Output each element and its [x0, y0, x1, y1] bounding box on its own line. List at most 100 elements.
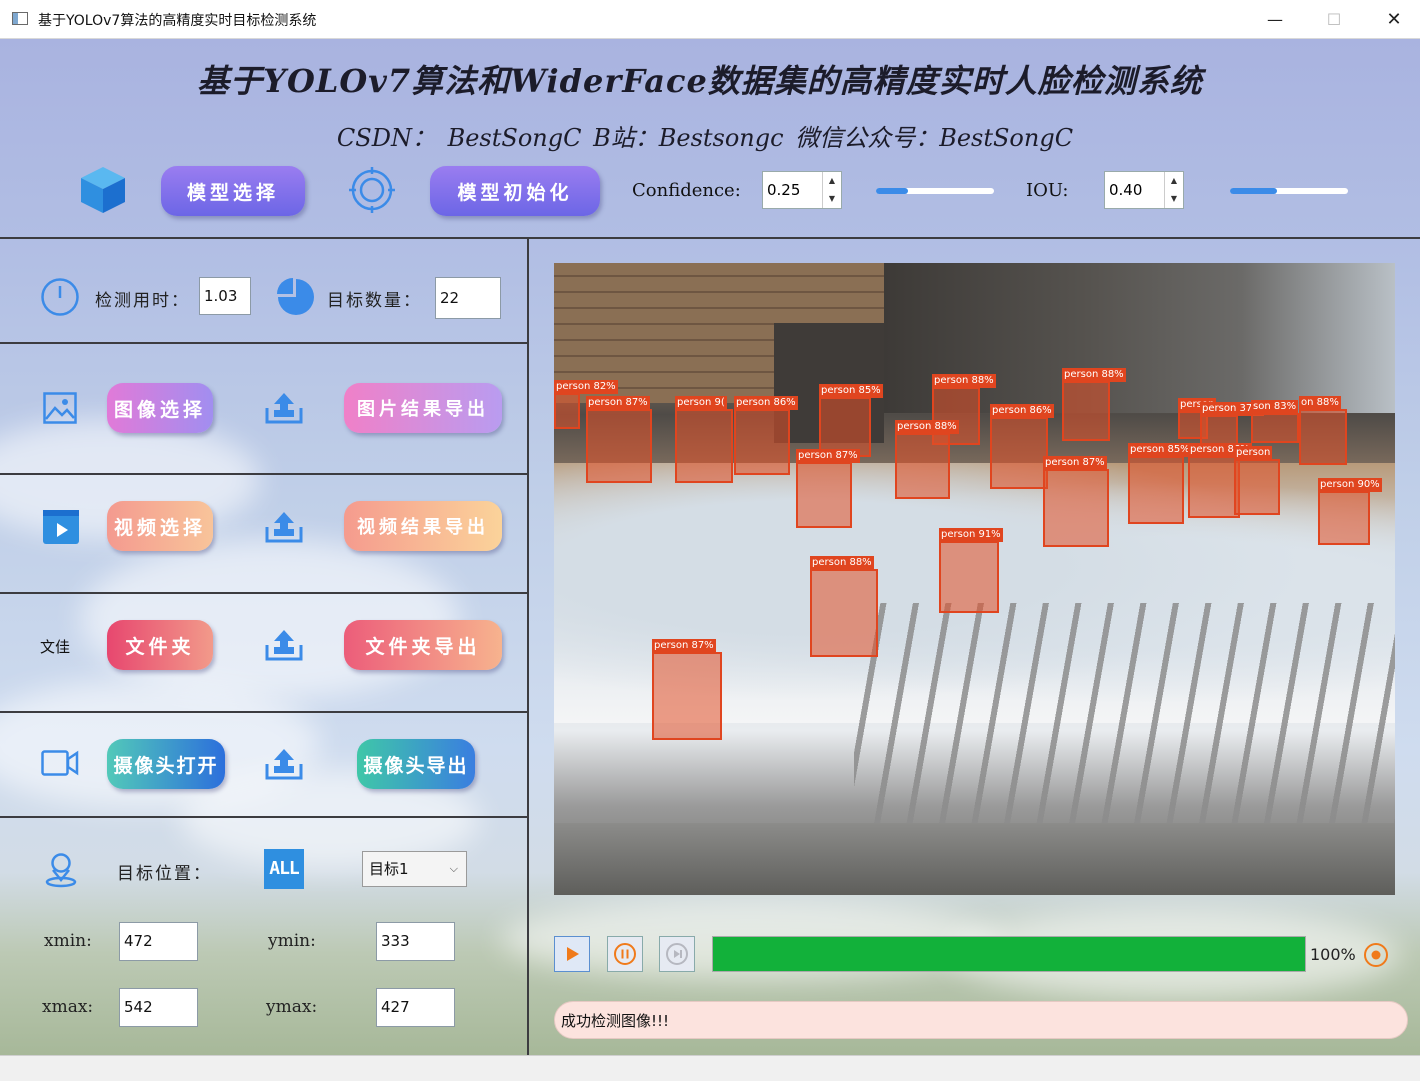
- detection-box: person 88%: [810, 556, 878, 657]
- progress-fill: [713, 937, 1305, 971]
- window-titlebar: 基于YOLOv7算法的高精度实时目标检测系统 — ☐ ✕: [0, 0, 1420, 39]
- app-icon: [12, 12, 28, 25]
- up-arrow-icon[interactable]: ▲: [823, 172, 841, 190]
- upload-icon[interactable]: [265, 392, 303, 428]
- confidence-slider-fill: [876, 188, 908, 194]
- upload-icon[interactable]: [265, 629, 303, 665]
- upload-icon[interactable]: [265, 748, 303, 784]
- detection-box: person 90%: [1318, 478, 1382, 545]
- close-button[interactable]: ✕: [1371, 4, 1417, 34]
- cube-icon: [78, 165, 128, 219]
- divider: [0, 342, 528, 344]
- detection-box: person 87%: [586, 396, 652, 483]
- detection-box: person 9(: [675, 396, 733, 483]
- pause-button[interactable]: [607, 936, 643, 972]
- model-select-button[interactable]: 模型选择: [161, 166, 305, 216]
- divider: [0, 711, 528, 713]
- maximize-button[interactable]: ☐: [1311, 4, 1357, 34]
- camera-export-button[interactable]: 摄像头导出: [357, 739, 475, 789]
- xmin-field[interactable]: 472: [119, 922, 198, 961]
- clock-icon: [40, 277, 80, 321]
- video-file-icon: [43, 510, 79, 548]
- confidence-spinbox[interactable]: 0.25 ▲ ▼: [762, 171, 842, 209]
- progress-percent: 100%: [1310, 945, 1356, 964]
- detect-time-field[interactable]: 1.03: [199, 277, 251, 315]
- pavement: [554, 823, 1395, 895]
- divider: [0, 473, 528, 475]
- detection-label: person 90%: [1318, 478, 1382, 492]
- divider: [0, 816, 528, 818]
- detection-label: person: [1234, 446, 1273, 460]
- folder-tag-label: 文佳: [40, 638, 71, 656]
- detection-label: person 82%: [554, 380, 618, 394]
- folder-export-button[interactable]: 文件夹导出: [344, 620, 502, 670]
- confidence-value: 0.25: [767, 181, 801, 199]
- iou-label: IOU:: [1026, 180, 1069, 201]
- detection-label: on 88%: [1299, 396, 1341, 410]
- detection-label: person 86%: [734, 396, 798, 410]
- up-arrow-icon[interactable]: ▲: [1165, 172, 1183, 190]
- ymin-field[interactable]: 333: [376, 922, 455, 961]
- target-count-field[interactable]: 22: [435, 277, 501, 319]
- ymax-field[interactable]: 427: [376, 988, 455, 1027]
- detection-label: person 86%: [990, 404, 1054, 418]
- confidence-label: Confidence:: [632, 180, 741, 201]
- camera-icon: [41, 750, 79, 780]
- target-select-value: 目标1: [369, 860, 409, 878]
- all-targets-badge[interactable]: ALL: [264, 849, 304, 889]
- video-select-button[interactable]: 视频选择: [107, 501, 213, 551]
- ymin-label: ymin:: [268, 931, 316, 951]
- divider: [527, 237, 529, 1055]
- detection-box: person 91%: [939, 528, 1003, 613]
- main-title: 基于YOLOv7算法和WiderFace数据集的高精度实时人脸检测系统: [197, 62, 1203, 100]
- detection-box: on 88%: [1299, 396, 1347, 465]
- detection-box: person 82%: [554, 380, 618, 429]
- detection-box: person 87%: [1043, 456, 1109, 547]
- detection-box: person: [1234, 446, 1280, 515]
- target-position-label: 目标位置：: [117, 864, 212, 884]
- confidence-stepper[interactable]: ▲ ▼: [822, 172, 841, 208]
- video-export-button[interactable]: 视频结果导出: [344, 501, 502, 551]
- divider: [0, 592, 528, 594]
- upload-icon[interactable]: [265, 511, 303, 547]
- iou-stepper[interactable]: ▲ ▼: [1164, 172, 1183, 208]
- iou-spinbox[interactable]: 0.40 ▲ ▼: [1104, 171, 1184, 209]
- progress-bar: [712, 936, 1306, 972]
- folder-select-button[interactable]: 文件夹: [107, 620, 213, 670]
- iou-slider-fill: [1230, 188, 1278, 194]
- detection-label: person 88%: [895, 420, 959, 434]
- metal-barricade: [854, 603, 1395, 843]
- detection-label: person 85%: [819, 384, 883, 398]
- target-settings-icon: [348, 166, 396, 218]
- author-subtitle: CSDN： BestSongC B站：Bestsongc 微信公众号：BestS…: [336, 124, 1074, 152]
- detect-time-label: 检测用时：: [95, 291, 190, 311]
- target-select-dropdown[interactable]: 目标1 ⌵: [362, 851, 467, 887]
- step-button[interactable]: [659, 936, 695, 972]
- image-select-button[interactable]: 图像选择: [107, 383, 213, 433]
- detection-label: person 85%: [1128, 443, 1192, 457]
- detection-label: person 91%: [939, 528, 1003, 542]
- camera-open-button[interactable]: 摄像头打开: [107, 739, 225, 789]
- image-export-button[interactable]: 图片结果导出: [344, 383, 502, 433]
- iou-value: 0.40: [1109, 181, 1143, 199]
- confidence-slider[interactable]: [876, 188, 994, 194]
- pause-icon: [614, 943, 636, 965]
- detection-label: person 88%: [932, 374, 996, 388]
- model-init-button[interactable]: 模型初始化: [430, 166, 600, 216]
- iou-slider[interactable]: [1230, 188, 1348, 194]
- target-count-label: 目标数量：: [327, 291, 422, 311]
- play-button[interactable]: [554, 936, 590, 972]
- step-icon: [666, 943, 688, 965]
- detection-label: person 88%: [1062, 368, 1126, 382]
- detection-box: person 88%: [1062, 368, 1126, 441]
- ymax-label: ymax:: [266, 997, 318, 1017]
- detection-box: person 86%: [990, 404, 1054, 489]
- minimize-button[interactable]: —: [1252, 4, 1298, 34]
- detection-result-image: person 82% person 87% person 9( person 8…: [554, 263, 1395, 895]
- detection-box: person 37%: [1200, 402, 1264, 445]
- down-arrow-icon[interactable]: ▼: [1165, 190, 1183, 208]
- down-arrow-icon[interactable]: ▼: [823, 190, 841, 208]
- stop-record-icon[interactable]: [1362, 941, 1390, 973]
- xmax-field[interactable]: 542: [119, 988, 198, 1027]
- detection-box: person 85%: [1128, 443, 1192, 524]
